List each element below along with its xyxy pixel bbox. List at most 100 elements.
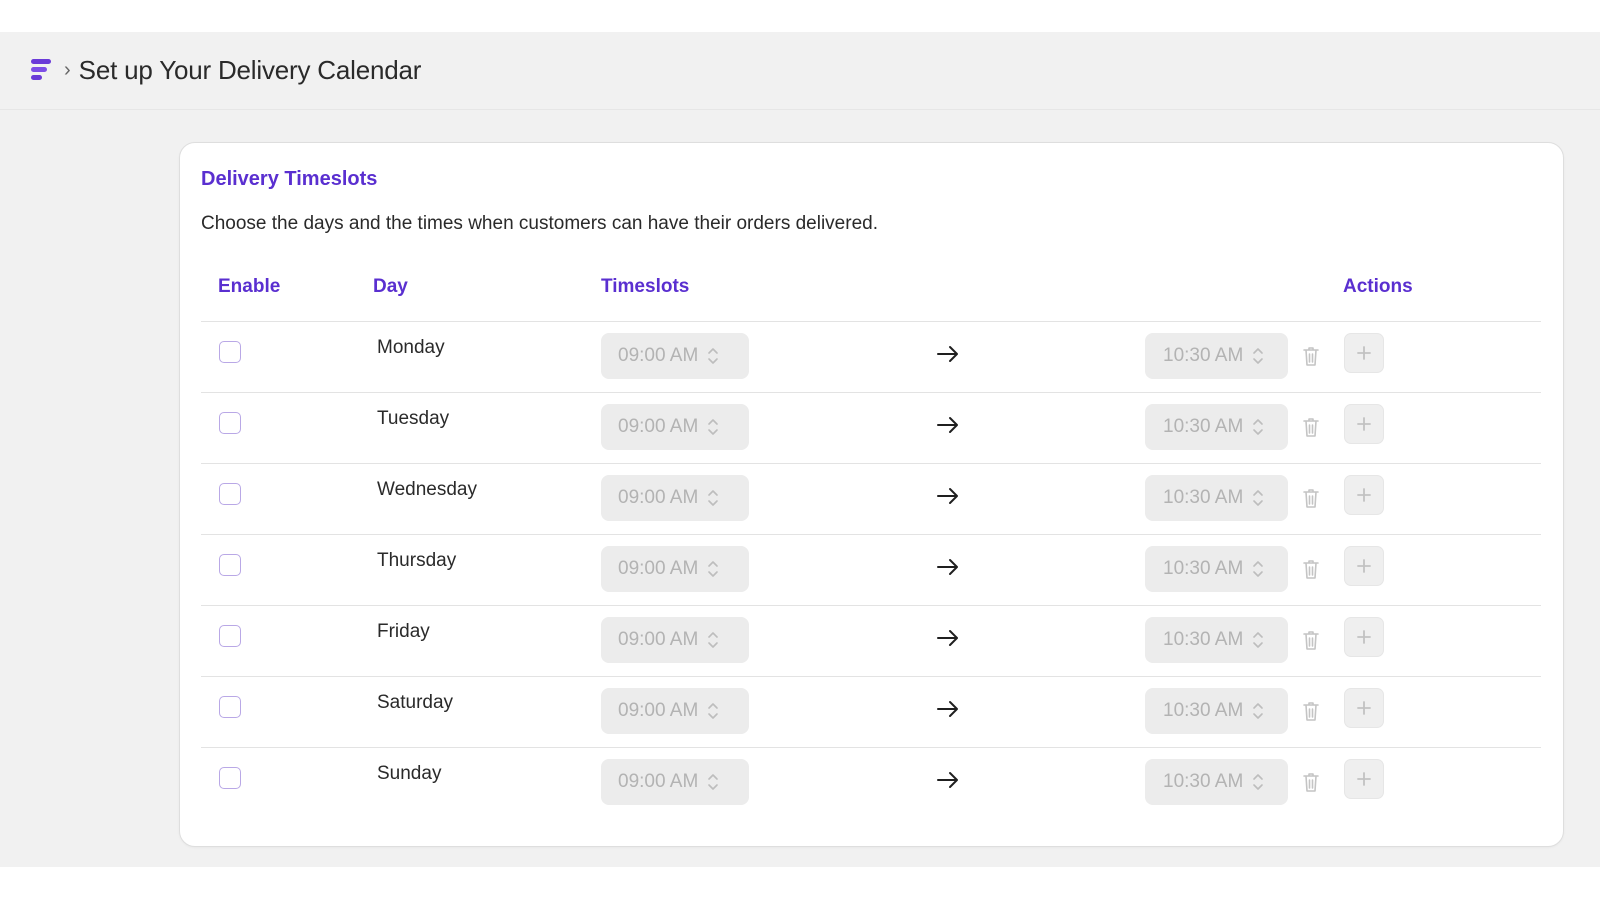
add-timeslot-button[interactable] bbox=[1344, 404, 1384, 444]
start-time-value: 09:00 AM bbox=[618, 771, 699, 792]
trash-icon[interactable] bbox=[1301, 700, 1321, 722]
up-down-chevron-icon bbox=[708, 632, 719, 648]
delivery-timeslots-card: Delivery Timeslots Choose the days and t… bbox=[179, 142, 1564, 847]
start-time-value: 09:00 AM bbox=[618, 487, 699, 508]
arrow-right-icon bbox=[937, 417, 958, 433]
arrow-right-icon bbox=[937, 488, 958, 504]
up-down-chevron-icon bbox=[1253, 348, 1264, 364]
plus-icon bbox=[1357, 488, 1371, 502]
enable-checkbox[interactable] bbox=[219, 341, 241, 363]
end-time-input[interactable]: 10:30 AM bbox=[1145, 333, 1288, 379]
page-title: Set up Your Delivery Calendar bbox=[78, 55, 422, 85]
end-time-input[interactable]: 10:30 AM bbox=[1145, 759, 1288, 805]
end-time-value: 10:30 AM bbox=[1163, 416, 1244, 437]
up-down-chevron-icon bbox=[1253, 632, 1264, 648]
add-timeslot-button[interactable] bbox=[1344, 546, 1384, 586]
day-label: Friday bbox=[377, 621, 430, 642]
up-down-chevron-icon bbox=[708, 703, 719, 719]
end-time-value: 10:30 AM bbox=[1163, 700, 1244, 721]
start-time-input[interactable]: 09:00 AM bbox=[601, 546, 749, 592]
plus-icon bbox=[1357, 346, 1371, 360]
end-time-input[interactable]: 10:30 AM bbox=[1145, 688, 1288, 734]
day-label: Saturday bbox=[377, 692, 454, 713]
plus-icon bbox=[1357, 772, 1371, 786]
trash-icon[interactable] bbox=[1301, 771, 1321, 793]
column-header-day: Day bbox=[373, 276, 408, 297]
arrow-right-icon bbox=[937, 346, 958, 362]
start-time-input[interactable]: 09:00 AM bbox=[601, 333, 749, 379]
up-down-chevron-icon bbox=[708, 774, 719, 790]
add-timeslot-button[interactable] bbox=[1344, 475, 1384, 515]
table-row-wednesday: Wednesday 09:00 AM 10:30 AM bbox=[201, 464, 1541, 535]
day-label: Wednesday bbox=[377, 479, 477, 500]
plus-icon bbox=[1357, 701, 1371, 715]
add-timeslot-button[interactable] bbox=[1344, 333, 1384, 373]
enable-checkbox[interactable] bbox=[219, 625, 241, 647]
add-timeslot-button[interactable] bbox=[1344, 688, 1384, 728]
card-title: Delivery Timeslots bbox=[201, 168, 378, 190]
arrow-right-icon bbox=[937, 630, 958, 646]
trash-icon[interactable] bbox=[1301, 487, 1321, 509]
enable-checkbox[interactable] bbox=[219, 554, 241, 576]
start-time-value: 09:00 AM bbox=[618, 629, 699, 650]
column-header-enable: Enable bbox=[218, 276, 281, 297]
start-time-input[interactable]: 09:00 AM bbox=[601, 404, 749, 450]
table-header: Enable Day Timeslots Actions bbox=[201, 261, 1541, 322]
day-label: Tuesday bbox=[377, 408, 450, 429]
end-time-value: 10:30 AM bbox=[1163, 629, 1244, 650]
day-label: Thursday bbox=[377, 550, 457, 571]
app-shell: › Set up Your Delivery Calendar Delivery… bbox=[0, 32, 1600, 867]
end-time-input[interactable]: 10:30 AM bbox=[1145, 546, 1288, 592]
plus-icon bbox=[1357, 417, 1371, 431]
start-time-input[interactable]: 09:00 AM bbox=[601, 759, 749, 805]
up-down-chevron-icon bbox=[1253, 774, 1264, 790]
up-down-chevron-icon bbox=[708, 561, 719, 577]
end-time-input[interactable]: 10:30 AM bbox=[1145, 475, 1288, 521]
enable-checkbox[interactable] bbox=[219, 696, 241, 718]
card-description: Choose the days and the times when custo… bbox=[201, 213, 878, 234]
up-down-chevron-icon bbox=[708, 419, 719, 435]
end-time-value: 10:30 AM bbox=[1163, 771, 1244, 792]
arrow-right-icon bbox=[937, 701, 958, 717]
plus-icon bbox=[1357, 630, 1371, 644]
up-down-chevron-icon bbox=[1253, 561, 1264, 577]
enable-checkbox[interactable] bbox=[219, 483, 241, 505]
trash-icon[interactable] bbox=[1301, 629, 1321, 651]
arrow-right-icon bbox=[937, 772, 958, 788]
arrow-right-icon bbox=[937, 559, 958, 575]
app-logo-icon[interactable] bbox=[30, 58, 52, 84]
start-time-input[interactable]: 09:00 AM bbox=[601, 688, 749, 734]
start-time-input[interactable]: 09:00 AM bbox=[601, 617, 749, 663]
up-down-chevron-icon bbox=[708, 348, 719, 364]
timeslot-rows: Monday 09:00 AM 10:30 AM Tuesday 09:00 A… bbox=[201, 322, 1541, 818]
start-time-value: 09:00 AM bbox=[618, 345, 699, 366]
up-down-chevron-icon bbox=[1253, 703, 1264, 719]
start-time-value: 09:00 AM bbox=[618, 558, 699, 579]
table-row-friday: Friday 09:00 AM 10:30 AM bbox=[201, 606, 1541, 677]
table-row-monday: Monday 09:00 AM 10:30 AM bbox=[201, 322, 1541, 393]
add-timeslot-button[interactable] bbox=[1344, 617, 1384, 657]
start-time-value: 09:00 AM bbox=[618, 700, 699, 721]
trash-icon[interactable] bbox=[1301, 345, 1321, 367]
column-header-timeslots: Timeslots bbox=[601, 276, 690, 297]
day-label: Monday bbox=[377, 337, 445, 358]
end-time-input[interactable]: 10:30 AM bbox=[1145, 404, 1288, 450]
up-down-chevron-icon bbox=[1253, 490, 1264, 506]
up-down-chevron-icon bbox=[1253, 419, 1264, 435]
enable-checkbox[interactable] bbox=[219, 767, 241, 789]
end-time-input[interactable]: 10:30 AM bbox=[1145, 617, 1288, 663]
trash-icon[interactable] bbox=[1301, 558, 1321, 580]
enable-checkbox[interactable] bbox=[219, 412, 241, 434]
table-row-tuesday: Tuesday 09:00 AM 10:30 AM bbox=[201, 393, 1541, 464]
column-header-actions: Actions bbox=[1343, 276, 1413, 297]
top-bar: › Set up Your Delivery Calendar bbox=[0, 32, 1600, 110]
table-row-saturday: Saturday 09:00 AM 10:30 AM bbox=[201, 677, 1541, 748]
breadcrumb-separator: › bbox=[64, 59, 71, 81]
add-timeslot-button[interactable] bbox=[1344, 759, 1384, 799]
trash-icon[interactable] bbox=[1301, 416, 1321, 438]
start-time-input[interactable]: 09:00 AM bbox=[601, 475, 749, 521]
up-down-chevron-icon bbox=[708, 490, 719, 506]
end-time-value: 10:30 AM bbox=[1163, 558, 1244, 579]
day-label: Sunday bbox=[377, 763, 442, 784]
end-time-value: 10:30 AM bbox=[1163, 487, 1244, 508]
